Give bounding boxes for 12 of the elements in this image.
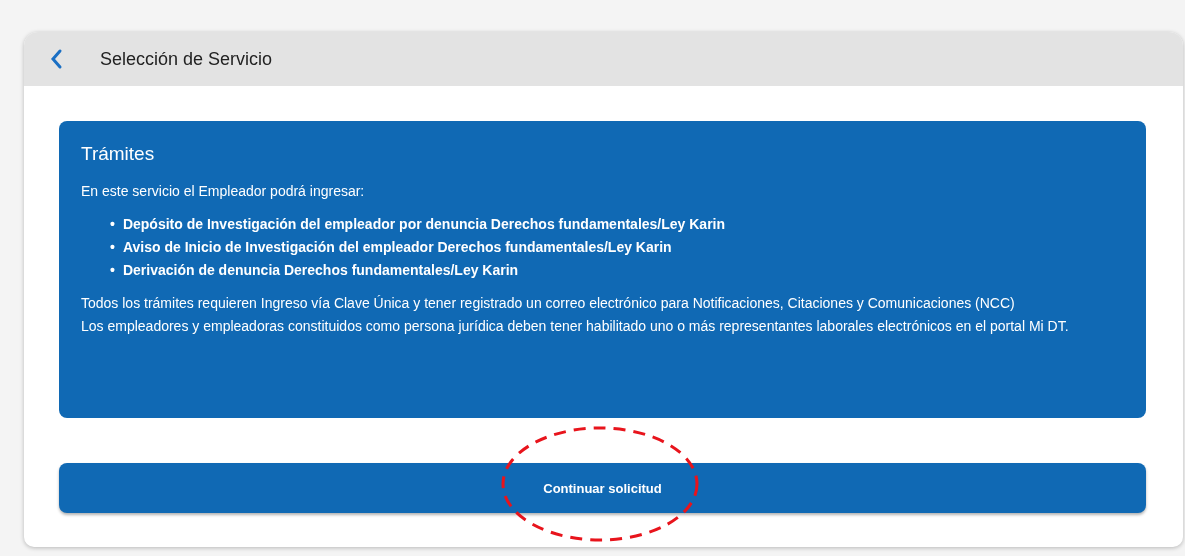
list-item: Depósito de Investigación del empleador por denuncia Derechos fundamentales/Ley Karin [122, 215, 726, 234]
list-item: Aviso de Inicio de Investigación del empleador Derechos fundamentales/Ley Karin [122, 238, 672, 257]
list-item: Derivación de denuncia Derechos fundamentales/Ley Karin [122, 261, 519, 280]
bullet: • [110, 238, 115, 257]
note-text: Los empleadores y empleadoras constituidos como persona jurídica deben tener habilitado uno o más representantes laborales electrónicos en el portal Mi DT. [81, 317, 1070, 336]
intro-text: En este servicio el Empleador podrá ingresar: [81, 182, 366, 201]
note-text: Todos los trámites requieren Ingreso vía Clave Única y tener registrado un correo electrónico para Notificaciones, Citaciones y Comunicaciones (NCC) [81, 294, 1016, 313]
panel-title: Trámites [81, 143, 156, 165]
page-title: Selección de Servicio [100, 48, 273, 70]
continue-button[interactable]: Continuar solicitud [59, 463, 1146, 513]
bullet: • [110, 215, 115, 234]
bullet: • [110, 261, 115, 280]
